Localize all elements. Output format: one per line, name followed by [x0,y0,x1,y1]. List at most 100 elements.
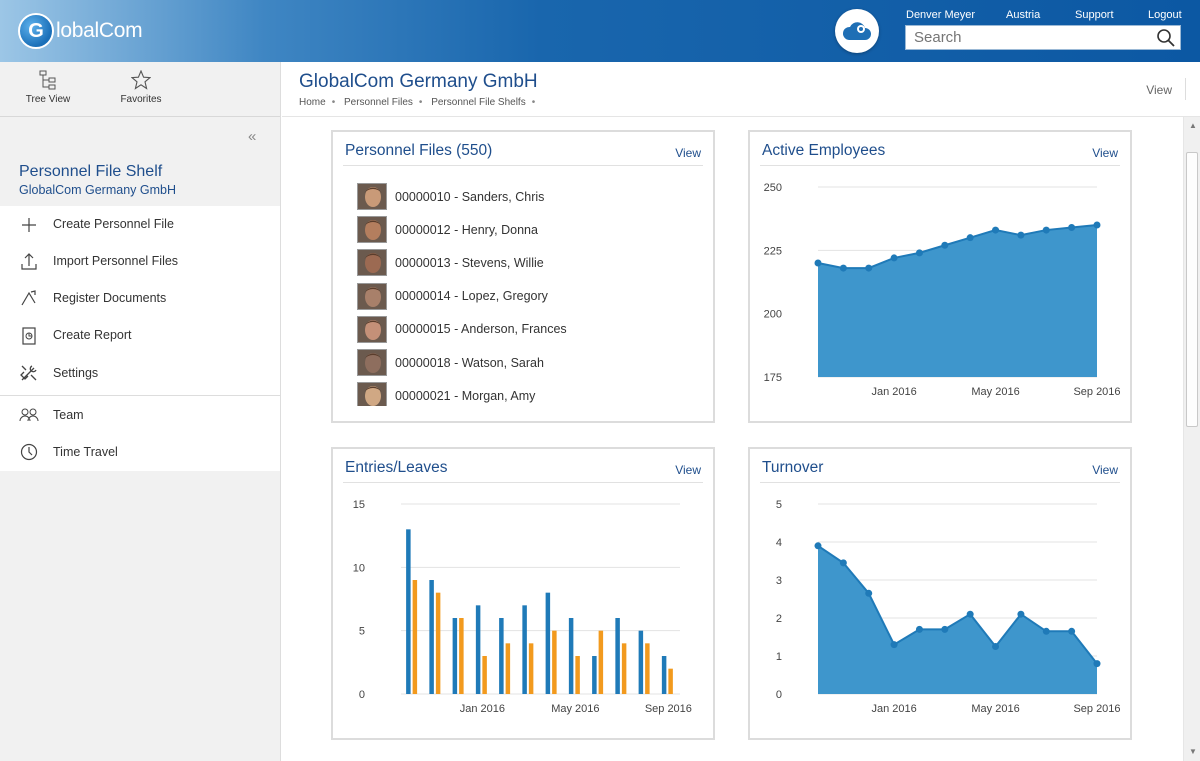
sidebar-item-import-personnel-files[interactable]: Import Personnel Files [0,242,280,279]
bar-leaves [528,643,534,694]
data-point [814,542,822,550]
avatar [357,382,387,406]
list-item[interactable]: 00000010 - Sanders, Chris [357,180,697,213]
search-icon[interactable] [1156,28,1176,48]
scrollbar-thumb[interactable] [1186,152,1198,427]
sidebar-item-label: Settings [53,365,99,380]
y-tick-label: 5 [776,499,782,511]
y-tick-label: 3 [776,575,782,587]
list-item-label: 00000014 - Lopez, Gregory [395,289,548,304]
data-point [839,264,847,272]
avatar [357,315,387,343]
star-icon [131,70,151,90]
x-tick-label: Jan 2016 [871,703,916,715]
card-view-link[interactable]: View [675,146,701,160]
breadcrumb: Home • Personnel Files • Personnel File Sh… [299,97,536,108]
globalcom-logo[interactable]: G lobalCom [18,12,143,50]
area-fill [818,225,1097,377]
y-tick-label: 4 [776,537,782,549]
active-employees-card: Active Employees View 175 200 225 250 Jan 20… [748,130,1132,423]
logo-text: lobalCom [56,19,143,42]
sidebar-item-create-report[interactable]: Create Report [0,317,280,354]
search-box [905,25,1181,50]
data-point [915,249,923,257]
list-item[interactable]: 00000015 - Anderson, Frances [357,313,697,346]
data-point [1093,221,1101,229]
list-item[interactable]: 00000021 - Morgan, Amy [357,379,697,406]
data-point [1093,660,1101,668]
list-item[interactable]: 00000014 - Lopez, Gregory [357,280,697,313]
y-tick-label: 175 [764,372,782,384]
shelf-subtitle: GlobalCom Germany GmbH [19,183,176,197]
sidebar-item-time-travel[interactable]: Time Travel [0,433,280,470]
bar-entries [592,656,597,694]
favorites-button[interactable]: Favorites [101,70,181,105]
breadcrumb-home[interactable]: Home [299,97,326,108]
y-tick-label: 0 [359,689,365,701]
scroll-down-arrow[interactable]: ▼ [1189,747,1197,756]
clock-icon [20,444,38,461]
bar-leaves [459,618,464,694]
x-tick-label: Sep 2016 [1073,703,1120,715]
report-icon [22,326,36,345]
view-button[interactable]: View [1146,83,1172,97]
entries-leaves-chart: 0 5 10 15 Jan 2016 May 2016 Sep 2016 [353,499,692,715]
bar-leaves [552,630,557,694]
data-point [992,226,1000,234]
sidebar-menu: Create Personnel File Import Personnel F… [0,206,280,471]
data-point [966,610,974,618]
bar-entries [452,618,458,694]
sidebar-item-create-personnel-file[interactable]: Create Personnel File [0,206,280,242]
country-link[interactable]: Austria [1006,9,1040,21]
x-tick-label: Jan 2016 [871,386,916,398]
page-header: GlobalCom Germany GmbH Home • Personnel F… [282,62,1200,117]
sidebar-item-team[interactable]: Team [0,396,280,433]
data-point [1017,610,1025,618]
avatar [357,216,387,244]
dashboard: Personnel Files (550) View 00000010 - Sa… [282,117,1183,761]
bar-leaves [505,643,511,694]
y-tick-label: 10 [353,562,365,574]
team-icon [19,408,39,422]
bar-entries [499,618,504,694]
data-point [966,234,974,242]
tree-view-button[interactable]: Tree View [8,70,88,105]
personnel-list: 00000010 - Sanders, Chris 00000012 - Henr… [357,180,697,406]
shelf-title: Personnel File Shelf [19,163,163,180]
sidebar-item-label: Time Travel [53,445,118,460]
y-tick-label: 250 [764,182,782,194]
breadcrumb-personnel-file-shelfs[interactable]: Personnel File Shelfs [431,97,526,108]
list-item[interactable]: 00000013 - Stevens, Willie [357,246,697,279]
sidebar-item-settings[interactable]: Settings [0,354,280,391]
scrollbar[interactable]: ▲ ▼ [1183,117,1200,761]
tree-icon [39,70,56,90]
avatar [357,183,387,211]
data-point [992,643,1000,650]
support-link[interactable]: Support [1075,9,1114,21]
y-tick-label: 15 [353,499,365,511]
search-input[interactable] [906,26,1146,49]
x-tick-label: May 2016 [551,703,599,715]
sidebar-item-label: Create Personnel File [53,217,174,231]
entries-leaves-card: Entries/Leaves View 0 5 10 15 Jan 2016 May 20… [331,447,715,740]
cloud-location-icon[interactable] [835,9,879,53]
double-chevron-left-icon[interactable]: « [248,128,256,145]
y-tick-label: 1 [776,651,782,663]
data-point [1068,224,1076,232]
data-point [941,241,949,249]
sidebar-item-label: Import Personnel Files [53,253,179,268]
avatar [357,349,387,377]
data-point [1042,226,1050,234]
logout-link[interactable]: Logout [1148,9,1182,21]
sidebar-item-label: Register Documents [53,290,167,305]
sidebar-item-register-documents[interactable]: Register Documents [0,279,280,316]
list-item-label: 00000018 - Watson, Sarah [395,355,544,370]
bar-leaves [621,643,627,694]
list-item[interactable]: 00000018 - Watson, Sarah [357,346,697,379]
bar-leaves [598,630,604,694]
list-item[interactable]: 00000012 - Henry, Donna [357,213,697,246]
user-link[interactable]: Denver Meyer [906,9,975,21]
x-tick-label: May 2016 [971,386,1019,398]
scroll-up-arrow[interactable]: ▲ [1189,121,1197,130]
breadcrumb-personnel-files[interactable]: Personnel Files [344,97,413,108]
